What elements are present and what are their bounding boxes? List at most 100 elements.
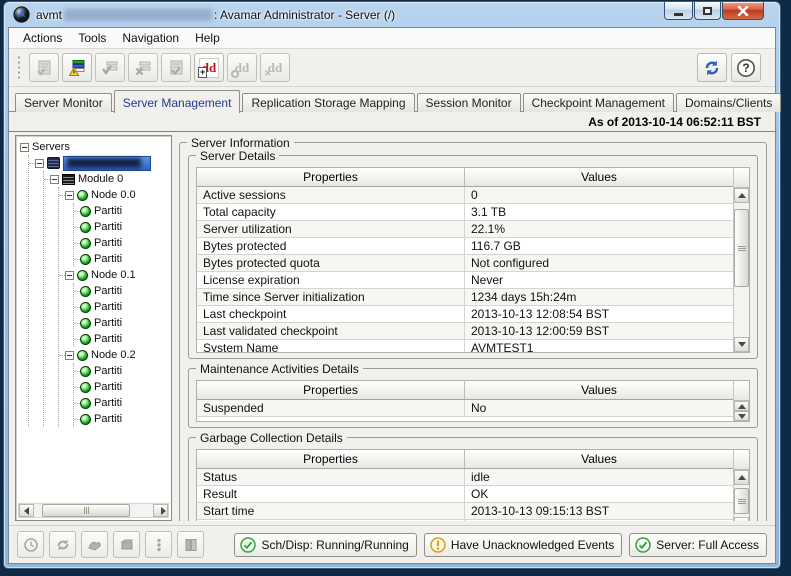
column-values[interactable]: Values [465, 168, 733, 186]
tab-server-management[interactable]: Server Management [114, 90, 241, 113]
table-row[interactable]: Bytes protected116.7 GB [197, 238, 733, 255]
tree-node-0-0[interactable]: Node 0.0 [59, 187, 171, 203]
add-data-domain-button[interactable]: dd + [194, 53, 224, 82]
table-row[interactable]: Active sessions0 [197, 187, 733, 204]
tree-node-partition[interactable]: Partiti [74, 219, 171, 235]
collapse-icon[interactable] [20, 143, 29, 152]
toolbar-grip[interactable] [17, 55, 21, 81]
scroll-up-button[interactable] [734, 401, 749, 411]
menu-actions[interactable]: Actions [15, 29, 70, 47]
tree-label-partition: Partiti [94, 333, 122, 345]
table-row[interactable]: Server utilization22.1% [197, 221, 733, 238]
tab-replication-storage-mapping[interactable]: Replication Storage Mapping [242, 93, 414, 112]
scroll-down-button[interactable] [734, 411, 749, 421]
arrow-left-icon [24, 507, 29, 515]
column-values[interactable]: Values [465, 450, 733, 468]
client-area: Actions Tools Navigation Help [8, 27, 776, 564]
tree-node-partition[interactable]: Partiti [74, 299, 171, 315]
minimize-button[interactable] [664, 2, 693, 20]
tree-node-partition[interactable]: Partiti [74, 283, 171, 299]
collapse-icon[interactable] [65, 351, 74, 360]
menu-help[interactable]: Help [187, 29, 228, 47]
column-properties[interactable]: Properties [197, 450, 465, 468]
table-row[interactable]: System NameAVMTEST1 [197, 340, 733, 352]
tree-node-partition[interactable]: Partiti [74, 203, 171, 219]
scrollbar-thumb[interactable] [734, 209, 749, 287]
server-details-scrollbar[interactable] [733, 168, 749, 352]
minimize-icon [674, 13, 683, 16]
tree-node-servers[interactable]: Servers [20, 139, 171, 155]
maintenance-scrollbar[interactable] [733, 381, 749, 421]
help-button[interactable]: ? [731, 53, 761, 82]
tree-node-partition[interactable]: Partiti [74, 235, 171, 251]
avamar-logo-icon [13, 6, 30, 23]
scroll-down-button[interactable] [734, 337, 749, 352]
collapse-icon[interactable] [65, 271, 74, 280]
server-access-badge[interactable]: Server: Full Access [629, 533, 767, 557]
tree-node-partition[interactable]: Partiti [74, 379, 171, 395]
tree-node-0-2[interactable]: Node 0.2 [59, 347, 171, 363]
ellipsis-icon [151, 537, 167, 553]
tree-horizontal-scrollbar[interactable] [18, 503, 169, 518]
table-row[interactable]: SuspendedNo [197, 400, 733, 417]
tree-node-partition[interactable]: Partiti [74, 395, 171, 411]
tree-label-node: Node 0.2 [91, 349, 136, 361]
maximize-button[interactable] [694, 2, 721, 20]
table-row[interactable]: End time2013-10-13 09:15:30 BST [197, 520, 733, 521]
sch-disp-status-badge[interactable]: Sch/Disp: Running/Running [234, 533, 416, 557]
tree-node-partition[interactable]: Partiti [74, 411, 171, 427]
scroll-down-button[interactable] [734, 517, 749, 521]
scrollbar-thumb[interactable] [42, 504, 130, 517]
tree-label-module: Module 0 [78, 173, 123, 185]
column-properties[interactable]: Properties [197, 381, 465, 399]
tab-server-monitor[interactable]: Server Monitor [15, 93, 112, 112]
scrollbar-thumb[interactable] [734, 488, 749, 514]
table-row[interactable]: Time since Server initialization1234 day… [197, 289, 733, 306]
scroll-up-button[interactable] [734, 188, 749, 203]
tree-node-partition[interactable]: Partiti [74, 251, 171, 267]
collapse-icon[interactable] [50, 175, 59, 184]
collapse-icon[interactable] [65, 191, 74, 200]
menu-tools[interactable]: Tools [70, 29, 114, 47]
close-icon [737, 6, 749, 16]
tree-label-partition: Partiti [94, 365, 122, 377]
table-row[interactable]: Statusidle [197, 469, 733, 486]
event-management-button[interactable] [62, 53, 92, 82]
door-icon [183, 537, 199, 553]
as-of-timestamp: As of 2013-10-14 06:52:11 BST [9, 112, 775, 132]
selected-server-node[interactable] [63, 156, 151, 171]
table-row[interactable]: Last validated checkpoint2013-10-13 12:0… [197, 323, 733, 340]
tree-node-module-0[interactable]: Module 0 [44, 171, 171, 187]
table-row[interactable]: Last checkpoint2013-10-13 12:08:54 BST [197, 306, 733, 323]
menu-bar: Actions Tools Navigation Help [9, 28, 775, 49]
flag-status-button [113, 531, 140, 558]
tab-session-monitor[interactable]: Session Monitor [417, 93, 521, 112]
table-row[interactable]: License expirationNever [197, 272, 733, 289]
menu-navigation[interactable]: Navigation [114, 29, 187, 47]
tab-domains-clients[interactable]: Domains/Clients [676, 93, 781, 112]
garbage-collection-scrollbar[interactable] [733, 450, 749, 521]
title-bar[interactable]: avmt : Avamar Administrator - Server (/) [4, 2, 780, 27]
scroll-left-button[interactable] [19, 504, 34, 517]
unacknowledged-events-badge[interactable]: Have Unacknowledged Events [424, 533, 622, 557]
status-bar: Sch/Disp: Running/Running Have Unacknowl… [9, 525, 775, 563]
close-button[interactable] [722, 2, 764, 20]
column-values[interactable]: Values [465, 381, 733, 399]
tree-node-0-1[interactable]: Node 0.1 [59, 267, 171, 283]
tree-node-partition[interactable]: Partiti [74, 315, 171, 331]
table-row[interactable]: Total capacity3.1 TB [197, 204, 733, 221]
collapse-icon[interactable] [35, 159, 44, 168]
tree-node-partition[interactable]: Partiti [74, 363, 171, 379]
table-row[interactable]: Start time2013-10-13 09:15:13 BST [197, 503, 733, 520]
tab-checkpoint-management[interactable]: Checkpoint Management [523, 93, 674, 112]
tree-node-partition[interactable]: Partiti [74, 331, 171, 347]
column-properties[interactable]: Properties [197, 168, 465, 186]
clock-icon [23, 537, 39, 553]
toolbar: dd + dd dd ✕ [9, 49, 775, 87]
tree-node-server[interactable] [29, 155, 171, 171]
scroll-right-button[interactable] [153, 504, 168, 517]
scroll-up-button[interactable] [734, 470, 749, 485]
table-row[interactable]: Bytes protected quotaNot configured [197, 255, 733, 272]
refresh-button[interactable] [697, 53, 727, 82]
table-row[interactable]: ResultOK [197, 486, 733, 503]
